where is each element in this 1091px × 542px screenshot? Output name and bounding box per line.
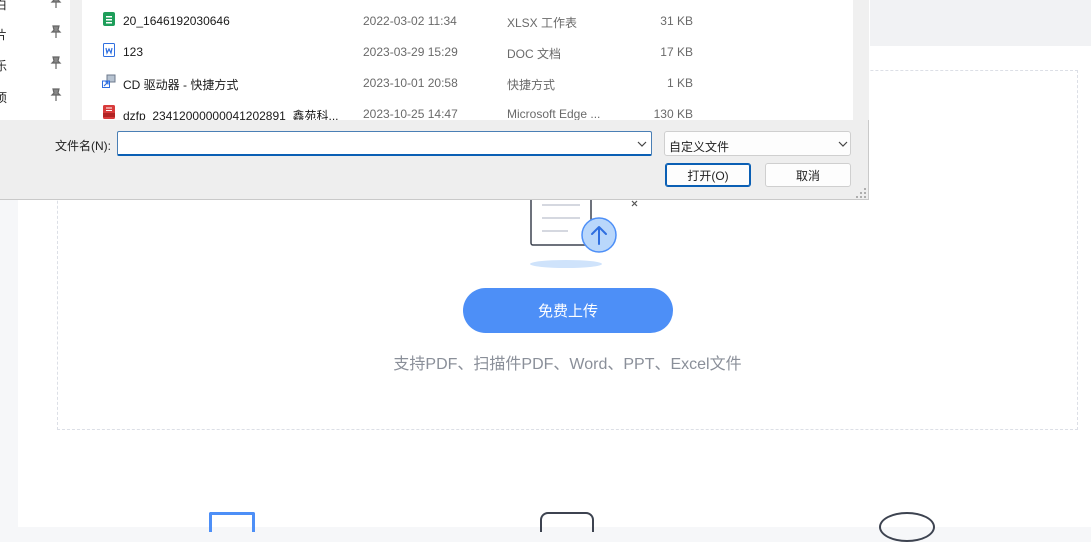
file-date: 2023-03-29 15:29 — [363, 45, 458, 59]
nav-item-quick-access[interactable]: 项 — [0, 87, 70, 107]
feature-icon-2 — [540, 512, 594, 532]
feature-icon-1 — [209, 512, 255, 532]
open-button[interactable]: 打开(O) — [665, 163, 751, 187]
file-size: 1 KB — [666, 76, 693, 90]
file-date: 2023-10-25 14:47 — [363, 107, 458, 120]
pane-divider[interactable] — [70, 0, 82, 120]
cancel-button[interactable]: 取消 — [765, 163, 851, 187]
file-date: 2023-10-01 20:58 — [363, 76, 458, 90]
chevron-down-icon[interactable] — [636, 138, 648, 150]
nav-item-label: 片 — [0, 28, 8, 42]
nav-item-label: 项 — [0, 91, 8, 105]
nav-item-label: 乐 — [0, 59, 8, 73]
pin-icon — [50, 56, 62, 69]
free-upload-button[interactable]: 免费上传 — [463, 288, 673, 333]
file-size: 130 KB — [653, 107, 693, 120]
nav-item-label: 白 — [0, 0, 8, 12]
file-name: dzfp_23412000000041202891_鑫苑科... — [123, 109, 339, 120]
supported-formats-text: 支持PDF、扫描件PDF、Word、PPT、Excel文件 — [393, 356, 742, 373]
doc-file-icon — [103, 43, 115, 57]
nav-item-quick-access[interactable]: 白 — [0, 0, 70, 14]
feature-icon-3 — [879, 512, 935, 542]
xlsx-file-icon — [103, 12, 115, 26]
file-type-value: 自定义文件 — [669, 140, 730, 154]
filename-input[interactable] — [117, 131, 652, 156]
navigation-pane: 白 片 乐 项 — [0, 0, 70, 120]
file-row[interactable]: 20_1646192030646 2022-03-02 11:34 XLSX 工… — [82, 4, 853, 34]
file-row[interactable]: 123 2023-03-29 15:29 DOC 文档 17 KB — [82, 35, 853, 65]
pin-icon — [50, 25, 62, 38]
file-row[interactable]: dzfp_23412000000041202891_鑫苑科... 2023-10… — [82, 97, 853, 120]
file-name: CD 驱动器 - 快捷方式 — [123, 78, 239, 92]
file-list: 20_1646192030646 2022-03-02 11:34 XLSX 工… — [82, 0, 853, 120]
file-date: 2022-03-02 11:34 — [363, 14, 457, 28]
filename-label: 文件名(N): — [55, 139, 111, 153]
file-size: 31 KB — [660, 14, 693, 28]
file-row[interactable]: CD 驱动器 - 快捷方式 2023-10-01 20:58 快捷方式 1 KB — [82, 66, 853, 96]
nav-item-quick-access[interactable]: 片 — [0, 24, 70, 44]
resize-grip-icon[interactable] — [855, 187, 867, 199]
file-type: 快捷方式 — [507, 78, 556, 92]
file-open-dialog: 白 片 乐 项 20_1646192030646 2022-03-02 11:3… — [0, 0, 869, 200]
file-type: XLSX 工作表 — [507, 16, 578, 30]
file-type: DOC 文档 — [507, 47, 562, 61]
file-type: Microsoft Edge ... — [507, 107, 601, 120]
file-name: 123 — [123, 45, 144, 59]
shortcut-icon — [102, 74, 116, 88]
chevron-down-icon[interactable] — [837, 138, 849, 150]
pin-icon — [50, 88, 62, 101]
pin-icon — [50, 0, 62, 8]
file-list-scrollbar[interactable] — [853, 0, 869, 120]
file-name: 20_1646192030646 — [123, 14, 230, 28]
nav-item-quick-access[interactable]: 乐 — [0, 55, 70, 75]
header-strip — [870, 0, 1091, 46]
pdf-file-icon — [103, 105, 115, 119]
file-size: 17 KB — [660, 45, 693, 59]
file-type-select[interactable]: 自定义文件 — [664, 131, 851, 156]
